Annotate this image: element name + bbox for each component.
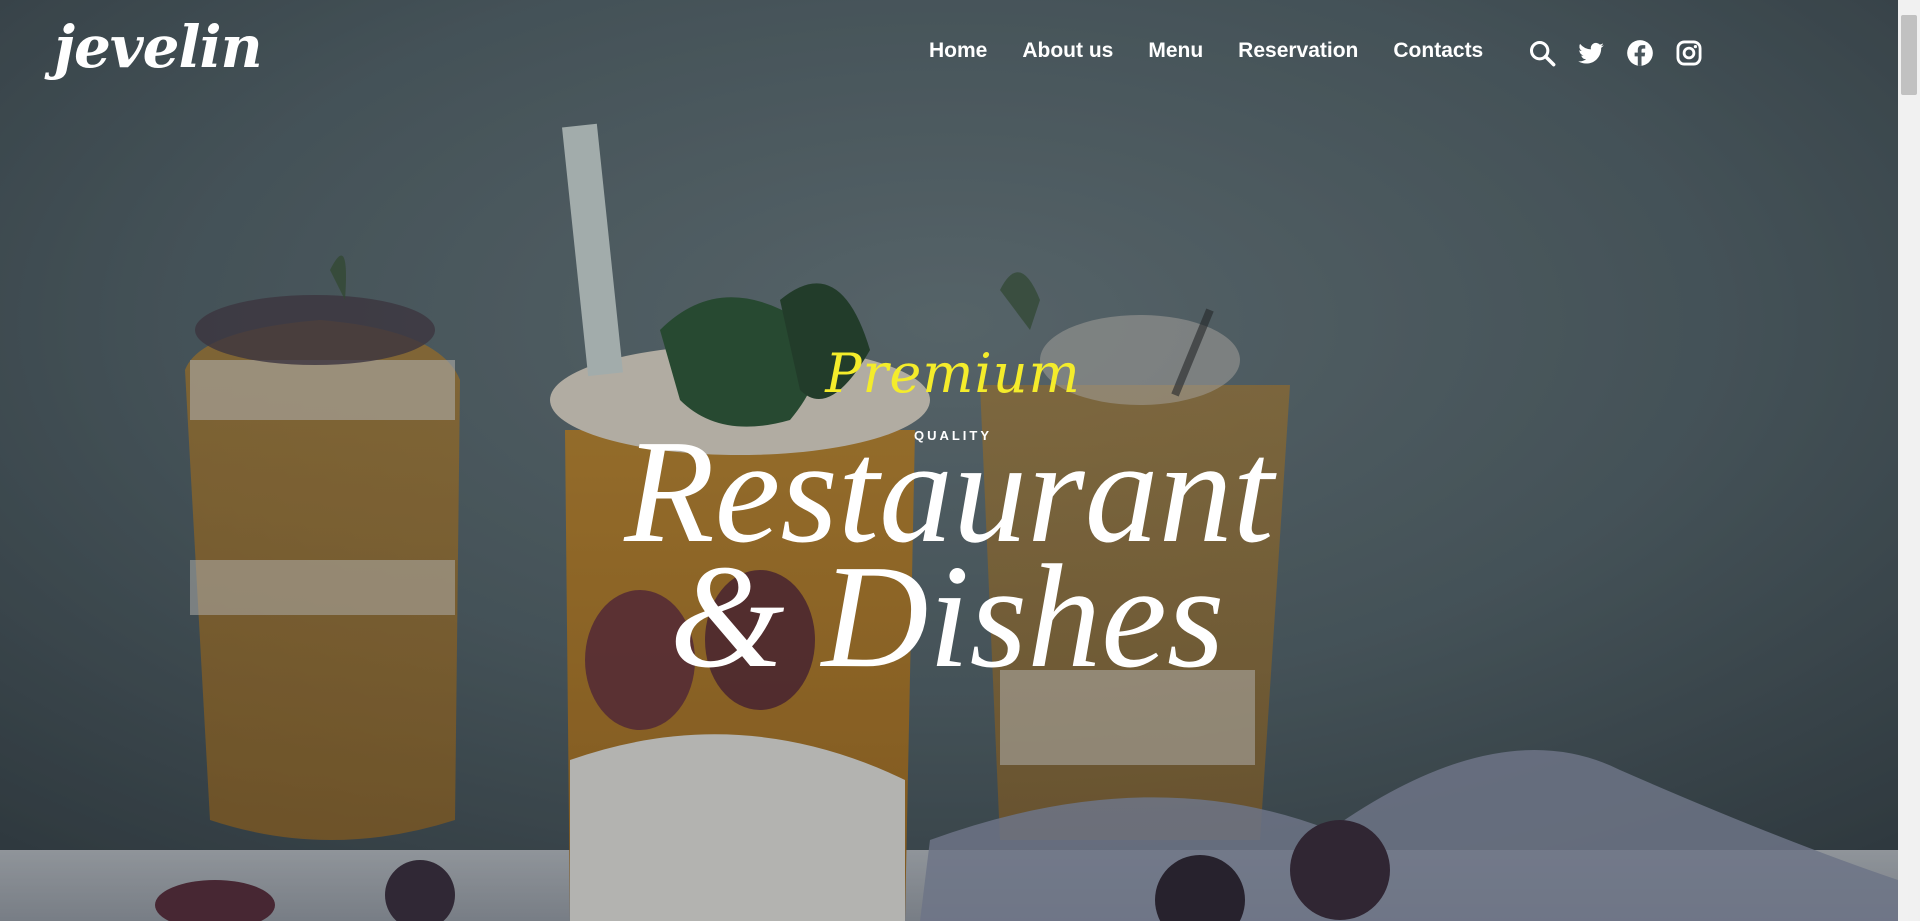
nav-item-menu[interactable]: Menu	[1148, 40, 1203, 61]
twitter-icon[interactable]	[1577, 39, 1605, 67]
hero-title-line-2: & Dishes	[669, 535, 1225, 699]
facebook-icon[interactable]	[1626, 39, 1654, 67]
main-navigation: Home About us Menu Reservation Contacts	[929, 40, 1507, 61]
page: jevelin Home About us Menu Reservation C…	[0, 0, 1920, 921]
instagram-icon[interactable]	[1675, 39, 1703, 67]
nav-item-about-us[interactable]: About us	[1022, 40, 1113, 61]
hero-script-text: Premium	[825, 342, 1081, 405]
nav-item-home[interactable]: Home	[929, 40, 987, 61]
site-logo[interactable]: jevelin	[54, 18, 263, 76]
hero-section: jevelin Home About us Menu Reservation C…	[0, 0, 1898, 921]
nav-item-reservation[interactable]: Reservation	[1238, 40, 1358, 61]
vertical-scrollbar[interactable]	[1898, 0, 1920, 921]
header-icons	[1528, 39, 1724, 67]
scrollbar-thumb[interactable]	[1901, 15, 1917, 95]
search-icon[interactable]	[1528, 39, 1556, 67]
nav-item-contacts[interactable]: Contacts	[1393, 40, 1483, 61]
